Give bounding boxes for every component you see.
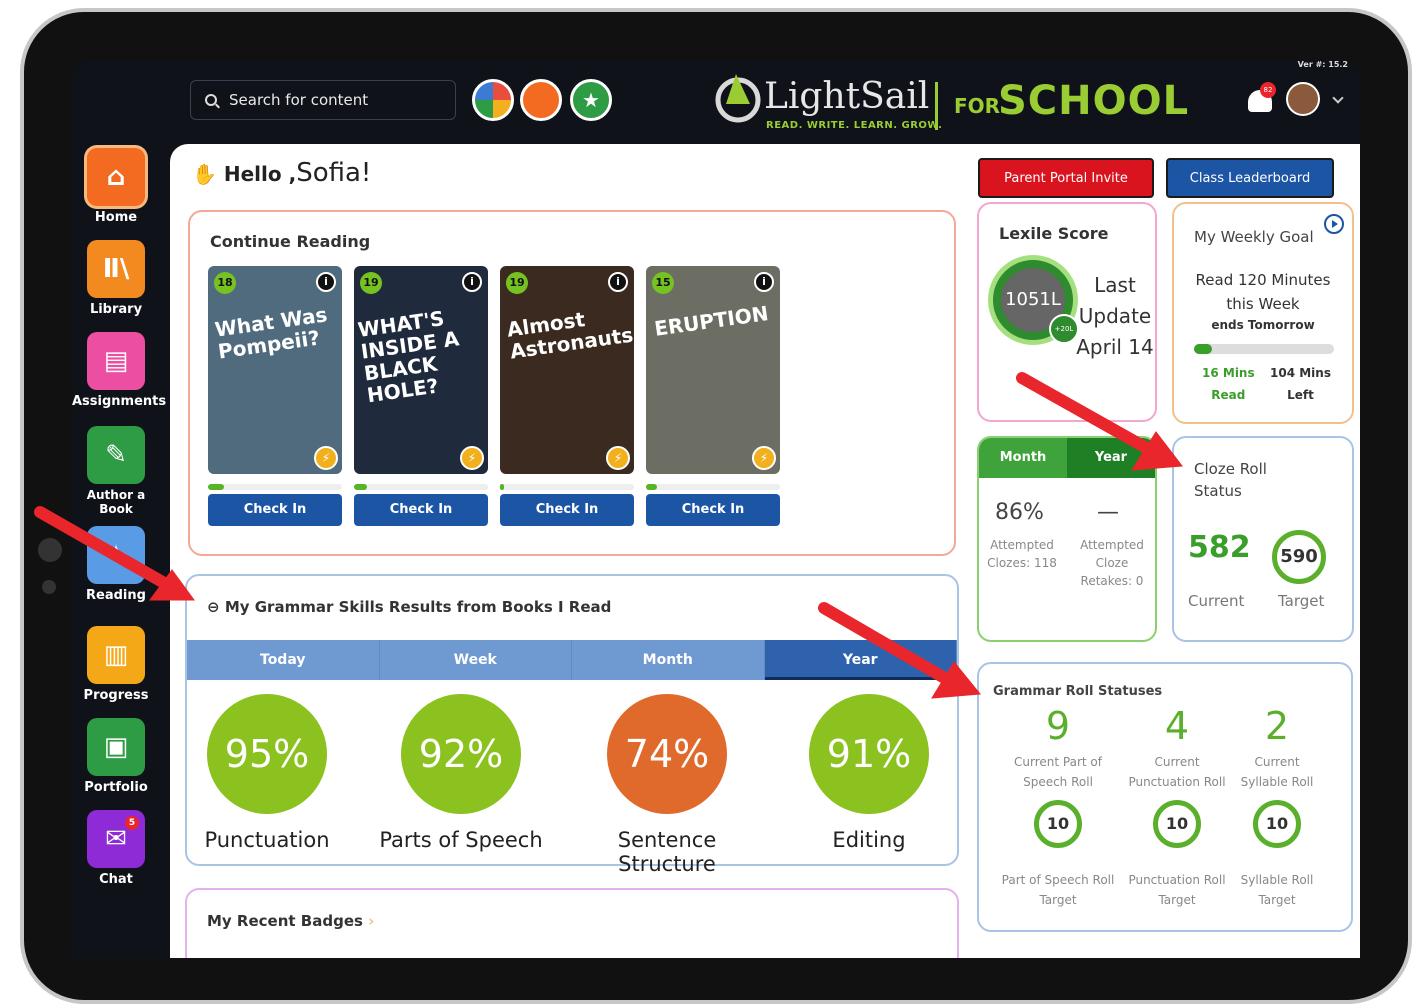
annotation-arrows	[34, 372, 1183, 699]
